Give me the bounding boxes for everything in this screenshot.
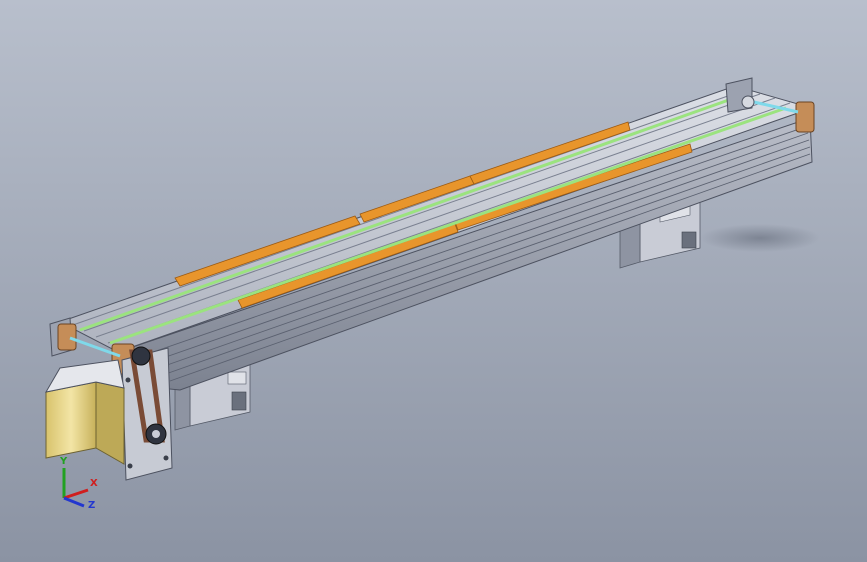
triad-x-axis (63, 488, 89, 500)
coordinate-triad: Y X Z (59, 456, 98, 511)
stepper-motor (45, 359, 125, 465)
triad-z-axis (63, 496, 85, 508)
cad-viewport[interactable]: Y X Z (0, 0, 867, 562)
triad-z-label: Z (88, 500, 95, 511)
conveyor-assembly-render: Y X Z (45, 77, 820, 511)
triad-y-label: Y (59, 456, 68, 467)
motor-mount-plate (121, 347, 173, 481)
frame-side-face (117, 117, 813, 391)
triad-x-label: X (90, 478, 98, 489)
floor-shadow (700, 224, 820, 252)
